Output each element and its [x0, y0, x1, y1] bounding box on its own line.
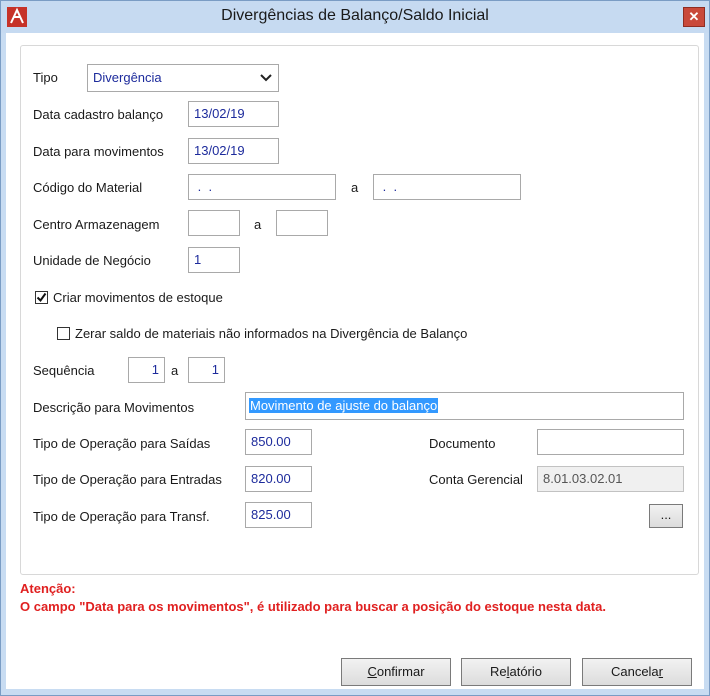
title-bar[interactable]: Divergências de Balanço/Saldo Inicial ✕ [1, 1, 709, 33]
ellipsis-button[interactable]: ... [649, 504, 683, 528]
cancelar-button[interactable]: Cancelar [582, 658, 692, 686]
sequencia-label: Sequência [33, 363, 95, 378]
zerar-saldo-label[interactable]: Zerar saldo de materiais não informados … [75, 326, 467, 341]
sequencia-range-sep: a [171, 363, 179, 378]
relatorio-label-rest: atório [509, 664, 543, 679]
centro-armazenagem-label: Centro Armazenagem [33, 217, 160, 232]
codigo-material-label: Código do Material [33, 180, 143, 195]
cancelar-label-pre: Cancela [610, 664, 659, 679]
confirmar-button[interactable]: Confirmar [341, 658, 451, 686]
criar-movimentos-label[interactable]: Criar movimentos de estoque [53, 290, 223, 305]
unidade-negocio-field[interactable]: 1 [188, 247, 240, 273]
data-cadastro-label: Data cadastro balanço [33, 107, 164, 122]
op-saidas-label: Tipo de Operação para Saídas [33, 436, 211, 451]
op-transf-label: Tipo de Operação para Transf. [33, 509, 210, 524]
op-transf-field[interactable]: 825.00 [245, 502, 312, 528]
form-group-box [20, 45, 699, 575]
conta-gerencial-label: Conta Gerencial [429, 472, 523, 487]
zerar-saldo-checkbox[interactable] [57, 327, 70, 340]
tipo-select[interactable]: Divergência [87, 64, 279, 92]
data-movimentos-field[interactable]: 13/02/19 [188, 138, 279, 164]
chevron-down-icon [260, 74, 272, 82]
unidade-negocio-label: Unidade de Negócio [33, 253, 151, 268]
centro-armazenagem-from-field[interactable] [188, 210, 240, 236]
tipo-label: Tipo [33, 70, 58, 85]
close-button[interactable]: ✕ [683, 7, 705, 27]
op-saidas-field[interactable]: 850.00 [245, 429, 312, 455]
data-movimentos-label: Data para movimentos [33, 144, 164, 159]
data-cadastro-field[interactable]: 13/02/19 [188, 101, 279, 127]
criar-movimentos-checkbox[interactable] [35, 291, 48, 304]
descricao-input[interactable]: Movimento de ajuste do balanço [245, 392, 684, 420]
dialog-window: Divergências de Balanço/Saldo Inicial ✕ … [0, 0, 710, 696]
warning-heading: Atenção: [20, 581, 76, 596]
documento-field[interactable] [537, 429, 684, 455]
cancelar-accel: r [658, 664, 664, 679]
window-title: Divergências de Balanço/Saldo Inicial [221, 7, 489, 24]
op-entradas-label: Tipo de Operação para Entradas [33, 472, 222, 487]
codigo-material-range-sep: a [351, 180, 359, 195]
dialog-body: Tipo Divergência Data cadastro balanço 1… [6, 33, 704, 689]
sequencia-from-field[interactable]: 1 [128, 357, 165, 383]
relatorio-button[interactable]: Relatório [461, 658, 571, 686]
codigo-material-to-field[interactable]: . . [373, 174, 521, 200]
relatorio-label-pre: Re [489, 664, 507, 679]
descricao-selected-text: Movimento de ajuste do balanço [249, 398, 439, 413]
sequencia-to-field[interactable]: 1 [188, 357, 225, 383]
confirmar-label: onfirmar [376, 664, 425, 679]
op-entradas-field[interactable]: 820.00 [245, 466, 312, 492]
warning-text: O campo "Data para os movimentos", é uti… [20, 599, 606, 614]
centro-armazenagem-range-sep: a [254, 217, 262, 232]
checkmark-icon [36, 292, 47, 303]
documento-label: Documento [429, 436, 496, 451]
descricao-label: Descrição para Movimentos [33, 400, 195, 415]
confirmar-accel: C [367, 664, 377, 679]
codigo-material-from-field[interactable]: . . [188, 174, 336, 200]
tipo-selected-value: Divergência [93, 70, 162, 85]
conta-gerencial-field: 8.01.03.02.01 [537, 466, 684, 492]
centro-armazenagem-to-field[interactable] [276, 210, 328, 236]
